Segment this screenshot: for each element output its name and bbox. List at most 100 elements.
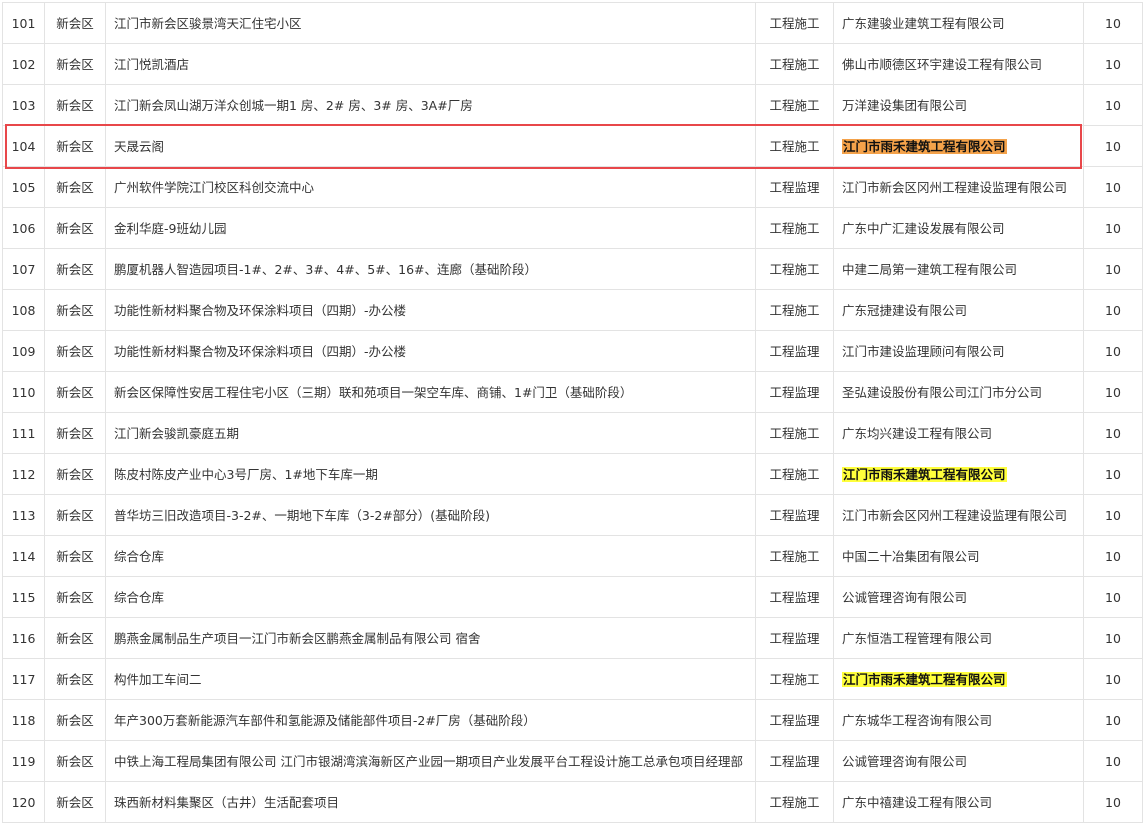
score-cell: 10 [1083,43,1143,85]
project-name-cell: 功能性新材料聚合物及环保涂料项目（四期）-办公楼 [105,330,756,372]
district-cell: 新会区 [44,248,106,290]
row-number-cell: 101 [2,2,45,44]
project-name-cell: 金利华庭-9班幼儿园 [105,207,756,249]
company-cell: 万洋建设集团有限公司 [833,84,1084,126]
score-cell: 10 [1083,330,1143,372]
row-number-cell: 103 [2,84,45,126]
score-cell: 10 [1083,494,1143,536]
project-name-cell: 新会区保障性安居工程住宅小区（三期）联和苑项目一架空车库、商铺、1#门卫（基础阶… [105,371,756,413]
work-type-cell: 工程施工 [755,535,834,577]
row-number-cell: 105 [2,166,45,208]
table-row: 119 新会区 中铁上海工程局集团有限公司 江门市银湖湾滨海新区产业园一期项目产业发… [2,740,1143,782]
score-cell: 10 [1083,207,1143,249]
score-cell: 10 [1083,453,1143,495]
project-table: 101 新会区 江门市新会区骏景湾天汇住宅小区 工程施工 广东建骏业建筑工程有限公司 10… [2,2,1143,823]
row-number-cell: 120 [2,781,45,823]
district-cell: 新会区 [44,2,106,44]
score-cell: 10 [1083,781,1143,823]
work-type-cell: 工程监理 [755,494,834,536]
table-row: 117 新会区 构件加工车间二 工程施工 江门市雨禾建筑工程有限公司 10 [2,658,1143,700]
company-cell: 广东中广汇建设发展有限公司 [833,207,1084,249]
work-type-cell: 工程施工 [755,781,834,823]
work-type-cell: 工程施工 [755,248,834,290]
district-cell: 新会区 [44,412,106,454]
row-number-cell: 104 [2,125,45,167]
district-cell: 新会区 [44,330,106,372]
score-cell: 10 [1083,371,1143,413]
row-number-cell: 114 [2,535,45,577]
company-cell: 广东均兴建设工程有限公司 [833,412,1084,454]
company-cell: 江门市雨禾建筑工程有限公司 [833,125,1084,167]
work-type-cell: 工程监理 [755,617,834,659]
score-cell: 10 [1083,535,1143,577]
row-number-cell: 119 [2,740,45,782]
company-cell: 中国二十冶集团有限公司 [833,535,1084,577]
work-type-cell: 工程监理 [755,576,834,618]
project-name-cell: 鹏厦机器人智造园项目-1#、2#、3#、4#、5#、16#、连廊（基础阶段） [105,248,756,290]
table-row: 104 新会区 天晟云阁 工程施工 江门市雨禾建筑工程有限公司 10 [2,125,1143,167]
work-type-cell: 工程监理 [755,330,834,372]
table-row: 110 新会区 新会区保障性安居工程住宅小区（三期）联和苑项目一架空车库、商铺、1#… [2,371,1143,413]
table-row: 108 新会区 功能性新材料聚合物及环保涂料项目（四期）-办公楼 工程施工 广东冠捷建设… [2,289,1143,331]
project-name-cell: 中铁上海工程局集团有限公司 江门市银湖湾滨海新区产业园一期项目产业发展平台工程设… [105,740,756,782]
district-cell: 新会区 [44,740,106,782]
table-row: 116 新会区 鹏燕金属制品生产项目一江门市新会区鹏燕金属制品有限公司 宿舍 工程监理… [2,617,1143,659]
score-cell: 10 [1083,125,1143,167]
row-number-cell: 102 [2,43,45,85]
district-cell: 新会区 [44,371,106,413]
project-name-cell: 江门新会骏凯豪庭五期 [105,412,756,454]
table-row: 111 新会区 江门新会骏凯豪庭五期 工程施工 广东均兴建设工程有限公司 10 [2,412,1143,454]
company-cell: 广东恒浩工程管理有限公司 [833,617,1084,659]
score-cell: 10 [1083,2,1143,44]
project-name-cell: 普华坊三旧改造项目-3-2#、一期地下车库（3-2#部分）(基础阶段) [105,494,756,536]
work-type-cell: 工程监理 [755,699,834,741]
table-row: 102 新会区 江门悦凯酒店 工程施工 佛山市顺德区环宇建设工程有限公司 10 [2,43,1143,85]
company-cell: 公诚管理咨询有限公司 [833,576,1084,618]
score-cell: 10 [1083,412,1143,454]
project-name-cell: 珠西新材料集聚区（古井）生活配套项目 [105,781,756,823]
row-number-cell: 106 [2,207,45,249]
row-number-cell: 111 [2,412,45,454]
row-number-cell: 117 [2,658,45,700]
company-cell: 中建二局第一建筑工程有限公司 [833,248,1084,290]
district-cell: 新会区 [44,166,106,208]
district-cell: 新会区 [44,699,106,741]
work-type-cell: 工程监理 [755,371,834,413]
district-cell: 新会区 [44,535,106,577]
work-type-cell: 工程施工 [755,207,834,249]
project-name-cell: 江门市新会区骏景湾天汇住宅小区 [105,2,756,44]
table-row: 103 新会区 江门新会凤山湖万洋众创城一期1 房、2# 房、3# 房、3A#厂房工… [2,84,1143,126]
district-cell: 新会区 [44,494,106,536]
district-cell: 新会区 [44,576,106,618]
table-row: 107 新会区 鹏厦机器人智造园项目-1#、2#、3#、4#、5#、16#、连廊（基… [2,248,1143,290]
score-cell: 10 [1083,576,1143,618]
table-body: 101 新会区 江门市新会区骏景湾天汇住宅小区 工程施工 广东建骏业建筑工程有限公司 10… [2,2,1143,823]
district-cell: 新会区 [44,453,106,495]
work-type-cell: 工程监理 [755,740,834,782]
table-row: 105 新会区 广州软件学院江门校区科创交流中心 工程监理 江门市新会区冈州工程建设监理… [2,166,1143,208]
row-number-cell: 115 [2,576,45,618]
company-cell: 江门市建设监理顾问有限公司 [833,330,1084,372]
row-number-cell: 118 [2,699,45,741]
score-cell: 10 [1083,617,1143,659]
company-cell: 江门市新会区冈州工程建设监理有限公司 [833,494,1084,536]
project-name-cell: 综合仓库 [105,576,756,618]
district-cell: 新会区 [44,43,106,85]
table-row: 109 新会区 功能性新材料聚合物及环保涂料项目（四期）-办公楼 工程监理 江门市建设监… [2,330,1143,372]
score-cell: 10 [1083,699,1143,741]
table-row: 115 新会区 综合仓库 工程监理 公诚管理咨询有限公司 10 [2,576,1143,618]
score-cell: 10 [1083,289,1143,331]
district-cell: 新会区 [44,84,106,126]
score-cell: 10 [1083,658,1143,700]
table-row: 106 新会区 金利华庭-9班幼儿园 工程施工 广东中广汇建设发展有限公司 10 [2,207,1143,249]
company-cell: 广东冠捷建设有限公司 [833,289,1084,331]
company-cell: 江门市雨禾建筑工程有限公司 [833,453,1084,495]
work-type-cell: 工程施工 [755,84,834,126]
district-cell: 新会区 [44,289,106,331]
highlighted-company-name: 江门市雨禾建筑工程有限公司 [842,672,1007,687]
project-name-cell: 江门新会凤山湖万洋众创城一期1 房、2# 房、3# 房、3A#厂房 [105,84,756,126]
score-cell: 10 [1083,84,1143,126]
project-name-cell: 功能性新材料聚合物及环保涂料项目（四期）-办公楼 [105,289,756,331]
company-cell: 广东城华工程咨询有限公司 [833,699,1084,741]
highlighted-company-name: 江门市雨禾建筑工程有限公司 [842,139,1007,154]
